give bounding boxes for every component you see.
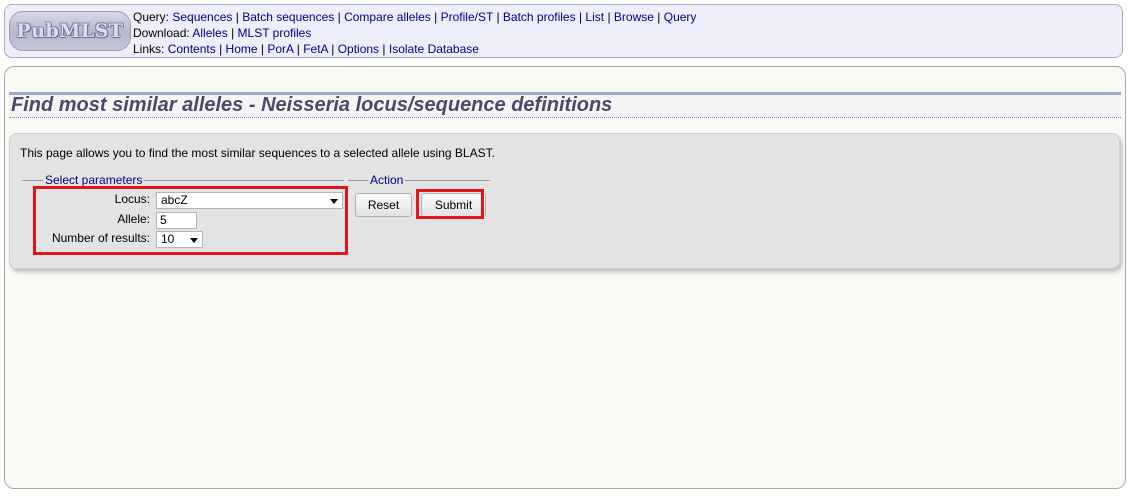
- link-query[interactable]: Query: [664, 10, 697, 24]
- link-browse[interactable]: Browse: [614, 10, 654, 24]
- download-menu-label: Download:: [133, 26, 190, 40]
- link-options[interactable]: Options: [338, 42, 379, 56]
- link-contents[interactable]: Contents: [168, 42, 216, 56]
- download-menu: Download: Alleles | MLST profiles: [133, 26, 312, 40]
- links-menu: Links: Contents | Home | PorA | FetA | O…: [133, 42, 479, 56]
- links-menu-label: Links:: [133, 42, 165, 56]
- reset-button[interactable]: Reset: [355, 193, 412, 217]
- parameters-highlight: [33, 186, 348, 255]
- link-profile-st[interactable]: Profile/ST: [441, 10, 493, 24]
- main-content: Find most similar alleles - Neisseria lo…: [4, 66, 1126, 489]
- query-box: This page allows you to find the most si…: [9, 133, 1120, 269]
- link-home[interactable]: Home: [226, 42, 258, 56]
- link-list[interactable]: List: [585, 10, 604, 24]
- pubmlst-logo[interactable]: PubMLST: [9, 11, 131, 51]
- query-menu-label: Query:: [133, 10, 170, 24]
- link-batch-profiles[interactable]: Batch profiles: [503, 10, 576, 24]
- link-isolate-database[interactable]: Isolate Database: [389, 42, 479, 56]
- submit-highlight: [416, 189, 484, 219]
- link-feta[interactable]: FetA: [303, 42, 328, 56]
- link-pora[interactable]: PorA: [267, 42, 293, 56]
- link-sequences[interactable]: Sequences: [172, 10, 232, 24]
- link-alleles[interactable]: Alleles: [192, 26, 227, 40]
- page-title: Find most similar alleles - Neisseria lo…: [11, 94, 613, 116]
- link-compare-alleles[interactable]: Compare alleles: [344, 10, 431, 24]
- query-menu: Query: Sequences | Batch sequences | Com…: [133, 10, 697, 24]
- action-legend: Action: [368, 172, 406, 188]
- intro-text: This page allows you to find the most si…: [20, 146, 495, 160]
- link-batch-sequences[interactable]: Batch sequences: [242, 10, 334, 24]
- link-mlst-profiles[interactable]: MLST profiles: [238, 26, 312, 40]
- top-menu: PubMLST Query: Sequences | Batch sequenc…: [4, 4, 1123, 58]
